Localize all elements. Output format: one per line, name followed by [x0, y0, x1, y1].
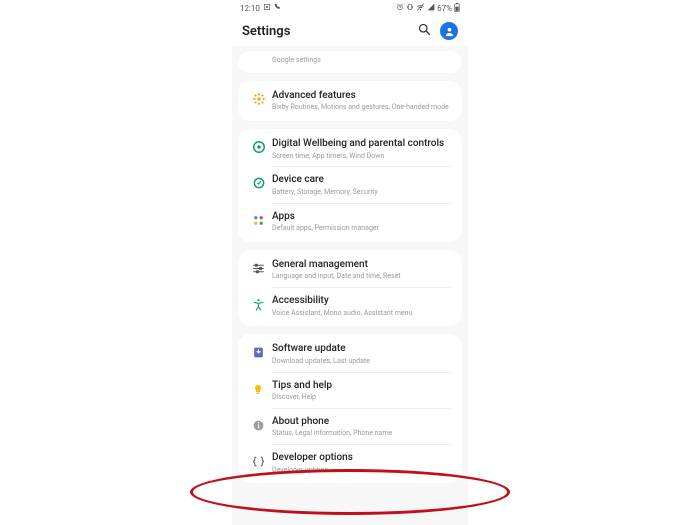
row-title: Apps: [272, 211, 452, 224]
card-wellbeing-group: Digital Wellbeing and parental controls …: [238, 129, 462, 242]
row-subtitle: Google settings: [272, 56, 452, 65]
sliders-icon: [252, 260, 266, 274]
row-subtitle: Screen time, App timers, Wind Down: [272, 152, 452, 161]
row-subtitle: Download updates, Last update: [272, 357, 452, 366]
settings-row-accessibility[interactable]: Accessibility Voice Assistant, Mono audi…: [238, 288, 462, 324]
row-subtitle: Bixby Routines, Motions and gestures, On…: [272, 103, 452, 112]
device-care-icon: [252, 175, 266, 189]
card-google-partial: Google settings: [238, 51, 462, 73]
settings-row-advanced[interactable]: Advanced features Bixby Routines, Motion…: [238, 83, 462, 119]
row-subtitle: Language and input, Date and time, Reset: [272, 272, 452, 281]
row-subtitle: Default apps, Permission manager: [272, 224, 452, 233]
row-title: Digital Wellbeing and parental controls: [272, 138, 452, 151]
settings-row-about[interactable]: About phone Status, Legal information, P…: [238, 409, 462, 445]
battery-icon: [454, 3, 460, 14]
page-title: Settings: [242, 24, 290, 39]
profile-avatar[interactable]: [440, 22, 458, 40]
row-title: Tips and help: [272, 380, 452, 393]
battery-text: 67%: [437, 4, 452, 13]
settings-row-tips[interactable]: Tips and help Discover, Help: [238, 373, 462, 409]
card-software-group: Software update Download updates, Last u…: [238, 334, 462, 483]
gear-flower-icon: [252, 91, 266, 105]
card-general-group: General management Language and input, D…: [238, 250, 462, 327]
status-bar: 12:10 67%: [232, 0, 468, 16]
settings-row-apps[interactable]: Apps Default apps, Permission manager: [238, 204, 462, 240]
app-header: Settings: [232, 16, 468, 46]
phone-icon: [274, 3, 282, 13]
card-advanced: Advanced features Bixby Routines, Motion…: [238, 81, 462, 121]
settings-row-software[interactable]: Software update Download updates, Last u…: [238, 336, 462, 372]
settings-row-general[interactable]: General management Language and input, D…: [238, 252, 462, 288]
alarm-icon: [396, 3, 404, 13]
settings-row-wellbeing[interactable]: Digital Wellbeing and parental controls …: [238, 131, 462, 167]
row-title: General management: [272, 259, 452, 272]
row-title: Accessibility: [272, 295, 452, 308]
settings-row-devicecare[interactable]: Device care Battery, Storage, Memory, Se…: [238, 167, 462, 203]
signal-icon: [427, 3, 435, 13]
row-title: Advanced features: [272, 90, 452, 103]
status-time: 12:10: [240, 4, 260, 13]
settings-row-google[interactable]: Google settings: [238, 53, 462, 71]
row-subtitle: Status, Legal information, Phone name: [272, 429, 452, 438]
wifi-icon: [416, 3, 425, 13]
screenshot-icon: [263, 3, 271, 13]
row-title: Software update: [272, 343, 452, 356]
wellbeing-icon: [252, 139, 266, 153]
row-subtitle: Discover, Help: [272, 393, 452, 402]
row-title: Device care: [272, 174, 452, 187]
settings-row-developer[interactable]: Developer options Developer options: [238, 445, 462, 481]
row-title: Developer options: [272, 452, 452, 465]
software-update-icon: [252, 344, 266, 358]
row-subtitle: Battery, Storage, Memory, Security: [272, 188, 452, 197]
vibrate-icon: [406, 3, 414, 13]
phone-frame: 12:10 67%: [232, 0, 468, 525]
row-subtitle: Voice Assistant, Mono audio, Assistant m…: [272, 309, 452, 318]
row-title: About phone: [272, 416, 452, 429]
search-icon[interactable]: [417, 22, 432, 41]
info-icon: [252, 417, 266, 431]
lightbulb-icon: [252, 381, 266, 395]
braces-icon: [252, 453, 266, 467]
apps-grid-icon: [252, 212, 266, 226]
accessibility-icon: [252, 296, 266, 310]
settings-list[interactable]: Google settings Advanced features Bixby …: [232, 46, 468, 483]
row-subtitle: Developer options: [272, 466, 452, 475]
